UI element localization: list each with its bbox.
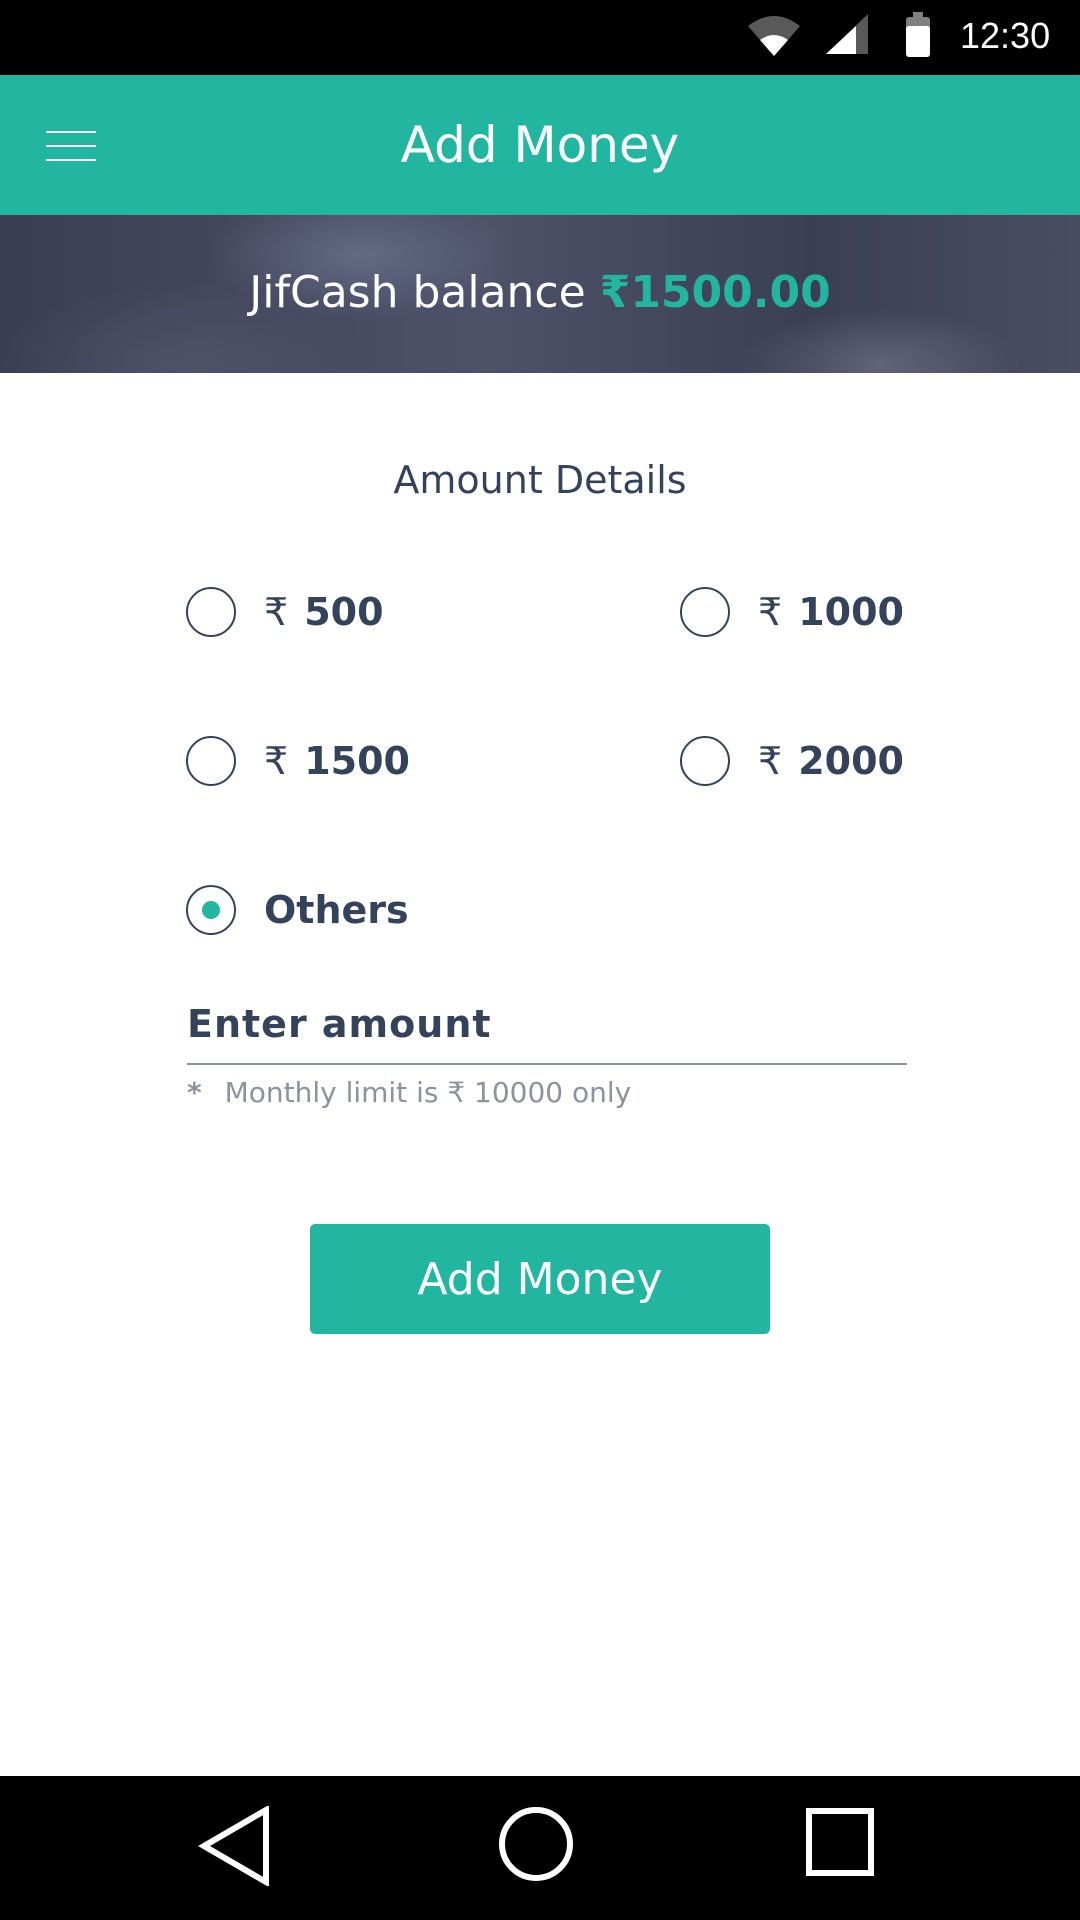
balance-value: 1500.00 bbox=[630, 267, 831, 318]
battery-icon bbox=[906, 12, 930, 57]
balance-text: JifCash balance ₹1500.00 bbox=[0, 263, 1080, 323]
radio-button[interactable] bbox=[186, 736, 236, 786]
radio-button[interactable] bbox=[680, 587, 730, 637]
amount-option-label: ₹1000 bbox=[758, 590, 904, 634]
balance-label: JifCash balance bbox=[249, 267, 586, 318]
amount-option-label: Others bbox=[264, 888, 409, 932]
amount-option-2000[interactable]: ₹2000 bbox=[680, 731, 904, 791]
status-clock: 12:30 bbox=[960, 15, 1051, 56]
home-icon[interactable] bbox=[498, 1806, 574, 1882]
wifi-icon bbox=[748, 16, 800, 56]
amount-option-others[interactable]: Others bbox=[186, 880, 409, 940]
amount-option-1000[interactable]: ₹1000 bbox=[680, 582, 904, 642]
radio-button-selected[interactable] bbox=[186, 885, 236, 935]
add-money-button[interactable]: Add Money bbox=[310, 1224, 770, 1334]
amount-option-label: ₹2000 bbox=[758, 739, 904, 783]
back-icon[interactable] bbox=[198, 1806, 270, 1886]
amount-option-label: ₹500 bbox=[264, 590, 384, 634]
radio-selected-dot bbox=[202, 901, 220, 919]
amount-option-1500[interactable]: ₹1500 bbox=[186, 731, 410, 791]
radio-button[interactable] bbox=[186, 587, 236, 637]
balance-banner: JifCash balance ₹1500.00 bbox=[0, 215, 1080, 373]
monthly-limit-note: * Monthly limit is ₹ 10000 only bbox=[187, 1076, 631, 1109]
balance-currency: ₹ bbox=[599, 267, 631, 318]
rupee-icon: ₹ bbox=[758, 590, 783, 634]
cell-signal-icon bbox=[826, 14, 868, 54]
add-money-screen: 12:30 Add Money JifCash balance ₹1500.00… bbox=[0, 0, 1080, 1920]
amount-option-label: ₹1500 bbox=[264, 739, 410, 783]
app-toolbar: Add Money bbox=[0, 75, 1080, 215]
monthly-limit-text: Monthly limit is ₹ 10000 only bbox=[224, 1076, 632, 1109]
enter-amount-input[interactable] bbox=[187, 985, 907, 1065]
amount-details-title: Amount Details bbox=[393, 458, 687, 502]
recent-apps-icon[interactable] bbox=[806, 1808, 874, 1876]
balance-amount: ₹1500.00 bbox=[600, 267, 831, 318]
page-title: Add Money bbox=[400, 116, 680, 174]
amount-option-500[interactable]: ₹500 bbox=[186, 582, 384, 642]
rupee-icon: ₹ bbox=[264, 739, 289, 783]
status-bar: 12:30 bbox=[0, 0, 1080, 75]
rupee-icon: ₹ bbox=[264, 590, 289, 634]
radio-button[interactable] bbox=[680, 736, 730, 786]
asterisk-icon: * bbox=[187, 1076, 202, 1109]
rupee-icon: ₹ bbox=[758, 739, 783, 783]
system-nav-bar bbox=[0, 1776, 1080, 1920]
